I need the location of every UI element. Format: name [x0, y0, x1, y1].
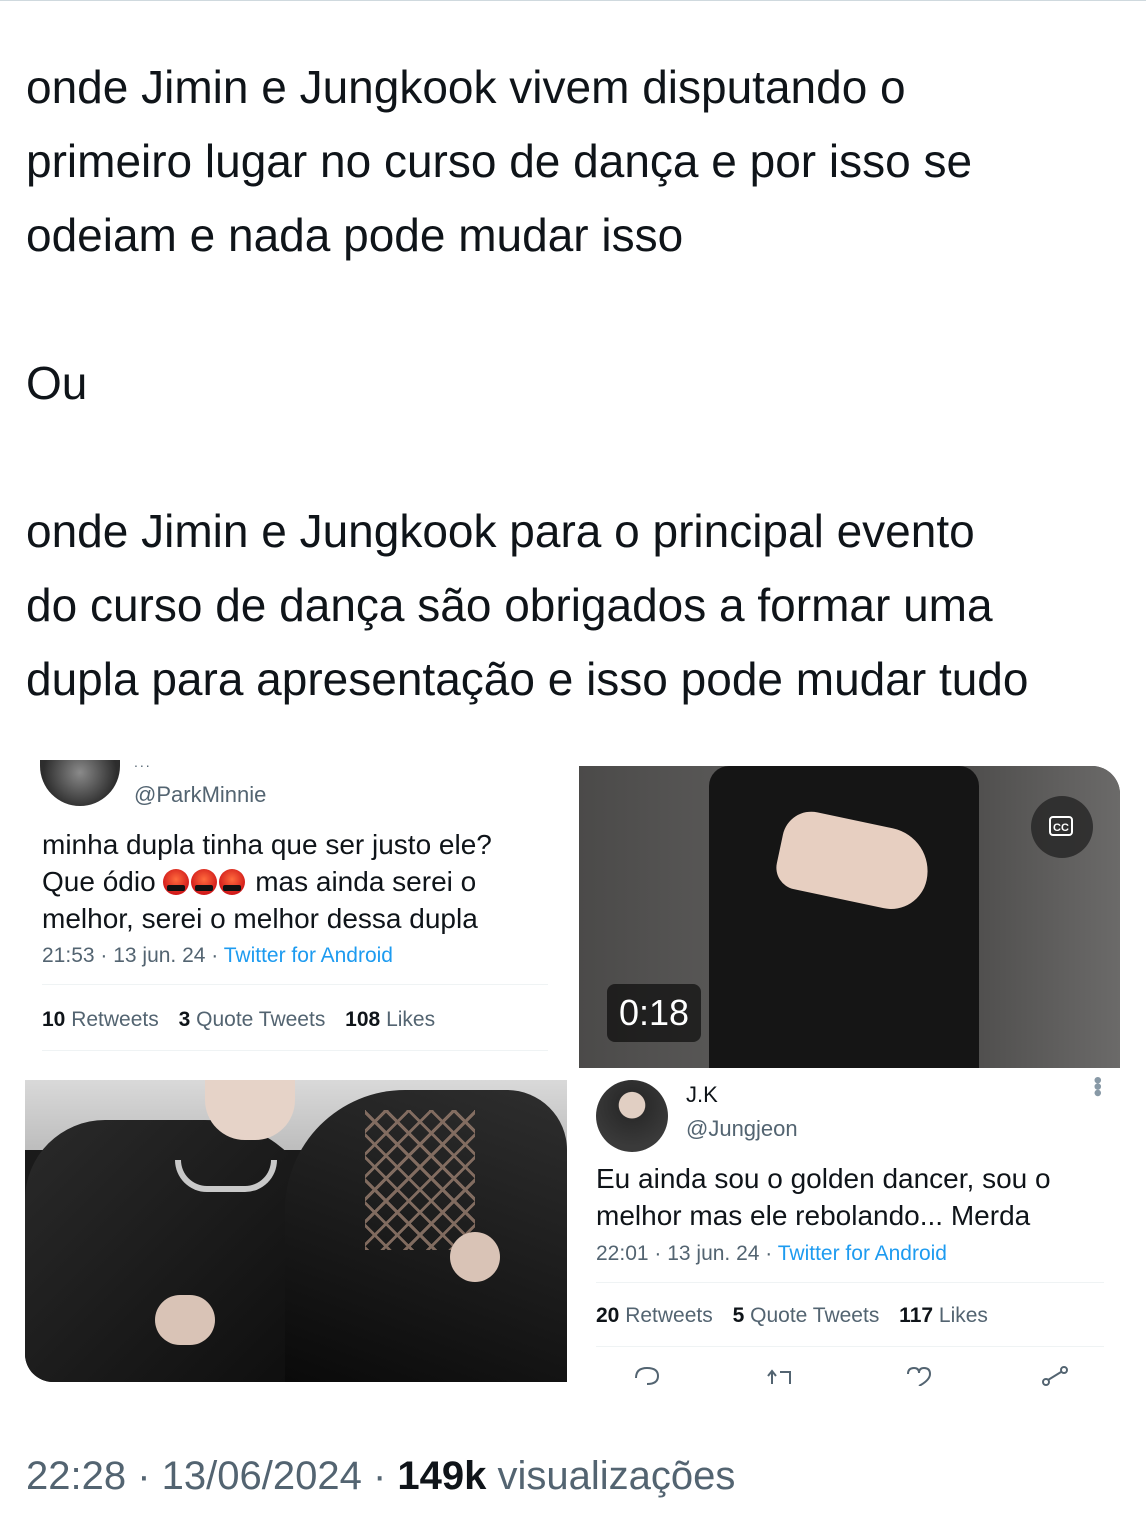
quotes-label: Quote Tweets — [196, 1008, 326, 1031]
tweet-text: onde Jimin e Jungkook vivem disputando o… — [26, 50, 1126, 716]
angry-face-with-symbols-icon — [191, 869, 218, 895]
divider — [42, 1050, 548, 1051]
share-icon — [1042, 1366, 1068, 1386]
retweets-count: 20 — [596, 1304, 620, 1327]
media-photo[interactable] — [25, 1080, 567, 1382]
body-text: mas ainda serei o — [247, 866, 477, 897]
photo-chain — [175, 1160, 277, 1192]
angry-face-with-symbols-icon — [163, 869, 190, 895]
tweet-line: dupla para apresentação e isso pode muda… — [26, 653, 1029, 705]
embedded-tweet-body: Eu ainda sou o golden dancer, sou o melh… — [596, 1160, 1106, 1234]
body-text: Que ódio — [42, 866, 164, 897]
views-count: 149k — [397, 1454, 487, 1498]
reply-icon — [635, 1366, 660, 1385]
captions-icon: CC — [1049, 816, 1073, 836]
like-icon — [907, 1366, 932, 1386]
tweet-stats: 20 Retweets 5 Quote Tweets 117 Likes — [596, 1304, 988, 1328]
body-line-with-emoji: Que ódio mas ainda serei o — [42, 863, 552, 900]
tweet-stats: 10 Retweets 3 Quote Tweets 108 Likes — [42, 1008, 435, 1032]
likes-count: 108 — [345, 1008, 381, 1031]
media-embedded-tweet-jungjeon[interactable]: J.K @Jungjeon ••• Eu ainda sou o golden … — [580, 1068, 1120, 1386]
likes-count: 117 — [899, 1304, 934, 1327]
quotes-label: Quote Tweets — [750, 1304, 880, 1327]
display-name-cropped: ... — [134, 760, 152, 770]
retweets-count: 10 — [42, 1008, 66, 1031]
tweet-line: Ou — [26, 357, 88, 409]
retweets-label: Retweets — [71, 1008, 159, 1031]
retweets-label: Retweets — [625, 1304, 713, 1327]
video-frame-figure — [709, 766, 979, 1068]
tweet-footer-meta: 22:28 · 13/06/2024 · 149k visualizações — [26, 1448, 735, 1504]
captions-button[interactable]: CC — [1031, 796, 1093, 858]
avatar — [40, 760, 120, 806]
tweet-timestamp: 22:28 · 13/06/2024 · — [26, 1454, 398, 1498]
views-label: visualizações — [486, 1454, 736, 1498]
tweet-time: 21:53 · 13 jun. 24 · — [42, 944, 224, 967]
top-divider — [0, 0, 1146, 1]
body-line: melhor, serei o melhor dessa dupla — [42, 903, 478, 934]
tweet-line: primeiro lugar no curso de dança e por i… — [26, 135, 973, 187]
media-video[interactable]: CC 0:18 — [579, 766, 1120, 1068]
tweet-line: onde Jimin e Jungkook vivem disputando o — [26, 61, 906, 113]
likes-label: Likes — [938, 1304, 988, 1327]
body-line: Eu ainda sou o golden dancer, sou o — [596, 1163, 1051, 1194]
tweet-line: odeiam e nada pode mudar isso — [26, 209, 684, 261]
retweet-icon — [767, 1369, 791, 1384]
display-name: J.K — [686, 1082, 718, 1107]
media-embedded-tweet-parkminnie[interactable]: ... @ParkMinnie minha dupla tinha que se… — [28, 760, 558, 1060]
body-line: melhor mas ele rebolando... Merda — [596, 1200, 1031, 1231]
avatar — [596, 1080, 668, 1152]
likes-label: Likes — [386, 1008, 436, 1031]
more-options-icon: ••• — [1084, 1076, 1111, 1096]
client-link: Twitter for Android — [223, 944, 393, 967]
tweet-meta: 21:53 · 13 jun. 24 · Twitter for Android — [42, 944, 393, 968]
tweet-handle: @Jungjeon — [686, 1116, 798, 1141]
divider — [42, 984, 548, 985]
client-link: Twitter for Android — [777, 1242, 947, 1265]
divider — [596, 1346, 1104, 1347]
embedded-tweet-body: minha dupla tinha que ser justo ele? Que… — [42, 826, 552, 937]
angry-face-with-symbols-icon — [219, 869, 246, 895]
tweet-meta: 22:01 · 13 jun. 24 · Twitter for Android — [596, 1242, 947, 1266]
tweet-line: onde Jimin e Jungkook para o principal e… — [26, 505, 975, 557]
quotes-count: 3 — [178, 1008, 191, 1031]
body-line: minha dupla tinha que ser justo ele? — [42, 829, 492, 860]
video-duration: 0:18 — [607, 984, 702, 1042]
divider — [596, 1282, 1104, 1283]
quotes-count: 5 — [732, 1304, 745, 1327]
tweet-time: 22:01 · 13 jun. 24 · — [596, 1242, 778, 1265]
tweet-handle: @ParkMinnie — [134, 782, 267, 807]
tweet-line: do curso de dança são obrigados a formar… — [26, 579, 993, 631]
